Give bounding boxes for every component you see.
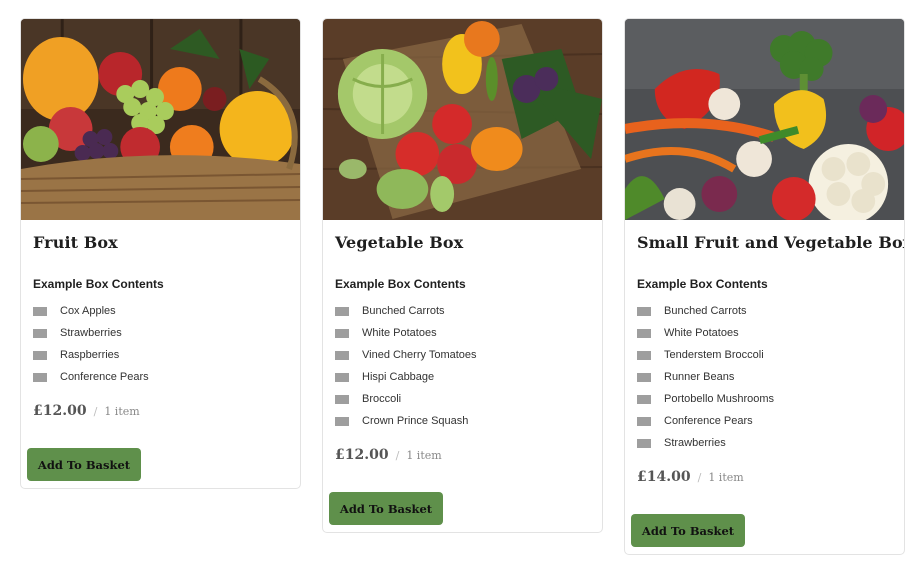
list-item: Hispi Cabbage <box>335 366 477 388</box>
list-item: Bunched Carrots <box>637 300 774 322</box>
item-label: Runner Beans <box>664 371 735 383</box>
item-label: Broccoli <box>362 393 402 405</box>
item-label: Crown Prince Squash <box>362 415 469 427</box>
item-label: Strawberries <box>60 327 122 339</box>
bullet-icon <box>33 306 47 316</box>
bullet-icon <box>335 372 349 382</box>
item-label: Portobello Mushrooms <box>664 393 775 405</box>
bullet-icon <box>335 306 349 316</box>
list-item: Tenderstem Broccoli <box>637 344 774 366</box>
product-title[interactable]: Fruit Box <box>33 233 118 252</box>
product-title[interactable]: Small Fruit and Vegetable Box <box>637 233 904 252</box>
item-label: Cox Apples <box>60 305 116 317</box>
contents-list: Bunched Carrots White Potatoes Tenderste… <box>637 300 774 454</box>
price: £12.00 <box>33 403 87 419</box>
mixed-produce-illustration <box>625 19 904 220</box>
list-item: Vined Cherry Tomatoes <box>335 344 477 366</box>
contents-list: Bunched Carrots White Potatoes Vined Che… <box>335 300 477 432</box>
bullet-icon <box>637 372 651 382</box>
bullet-icon <box>33 350 47 360</box>
list-item: Conference Pears <box>637 410 774 432</box>
item-label: Conference Pears <box>60 371 149 383</box>
quantity-label: 1 item <box>406 449 442 462</box>
product-card-vegetable-box: Vegetable Box Example Box Contents Bunch… <box>322 18 603 533</box>
bullet-icon <box>335 394 349 404</box>
contents-list: Cox Apples Strawberries Raspberries Conf… <box>33 300 149 388</box>
product-title[interactable]: Vegetable Box <box>335 233 463 252</box>
price-separator: / <box>395 449 400 462</box>
item-label: Bunched Carrots <box>362 305 445 317</box>
vegetable-basket-image[interactable] <box>323 19 602 220</box>
bullet-icon <box>637 350 651 360</box>
bullet-icon <box>637 328 651 338</box>
list-item: White Potatoes <box>637 322 774 344</box>
item-label: Hispi Cabbage <box>362 371 435 383</box>
list-item: Portobello Mushrooms <box>637 388 774 410</box>
list-item: Raspberries <box>33 344 149 366</box>
price: £14.00 <box>637 469 691 485</box>
list-item: Bunched Carrots <box>335 300 477 322</box>
price: £12.00 <box>335 447 389 463</box>
contents-heading: Example Box Contents <box>33 277 164 291</box>
add-to-basket-button[interactable]: Add To Basket <box>329 492 443 525</box>
price-row: £12.00 / 1 item <box>33 403 140 419</box>
fruit-basket-illustration <box>21 19 300 220</box>
list-item: Broccoli <box>335 388 477 410</box>
item-label: Raspberries <box>60 349 120 361</box>
bullet-icon <box>637 416 651 426</box>
fruit-basket-image[interactable] <box>21 19 300 220</box>
bullet-icon <box>637 394 651 404</box>
item-label: Strawberries <box>664 437 726 449</box>
bullet-icon <box>33 328 47 338</box>
product-card-fruit-box: Fruit Box Example Box Contents Cox Apple… <box>20 18 301 489</box>
contents-heading: Example Box Contents <box>637 277 768 291</box>
bullet-icon <box>335 416 349 426</box>
list-item: Crown Prince Squash <box>335 410 477 432</box>
item-label: Conference Pears <box>664 415 753 427</box>
price-separator: / <box>697 471 702 484</box>
list-item: Strawberries <box>33 322 149 344</box>
price-row: £12.00 / 1 item <box>335 447 442 463</box>
item-label: Bunched Carrots <box>664 305 747 317</box>
list-item: Strawberries <box>637 432 774 454</box>
list-item: White Potatoes <box>335 322 477 344</box>
quantity-label: 1 item <box>104 405 140 418</box>
quantity-label: 1 item <box>708 471 744 484</box>
product-card-small-fruit-vegetable-box: Small Fruit and Vegetable Box Example Bo… <box>624 18 905 555</box>
mixed-produce-image[interactable] <box>625 19 904 220</box>
item-label: White Potatoes <box>664 327 739 339</box>
product-grid: Fruit Box Example Box Contents Cox Apple… <box>0 0 923 565</box>
list-item: Cox Apples <box>33 300 149 322</box>
price-row: £14.00 / 1 item <box>637 469 744 485</box>
add-to-basket-button[interactable]: Add To Basket <box>27 448 141 481</box>
contents-heading: Example Box Contents <box>335 277 466 291</box>
list-item: Conference Pears <box>33 366 149 388</box>
bullet-icon <box>335 328 349 338</box>
bullet-icon <box>33 372 47 382</box>
price-separator: / <box>93 405 98 418</box>
bullet-icon <box>637 306 651 316</box>
add-to-basket-button[interactable]: Add To Basket <box>631 514 745 547</box>
bullet-icon <box>637 438 651 448</box>
item-label: Vined Cherry Tomatoes <box>362 349 477 361</box>
list-item: Runner Beans <box>637 366 774 388</box>
vegetable-basket-illustration <box>323 19 602 220</box>
item-label: White Potatoes <box>362 327 437 339</box>
bullet-icon <box>335 350 349 360</box>
item-label: Tenderstem Broccoli <box>664 349 764 361</box>
